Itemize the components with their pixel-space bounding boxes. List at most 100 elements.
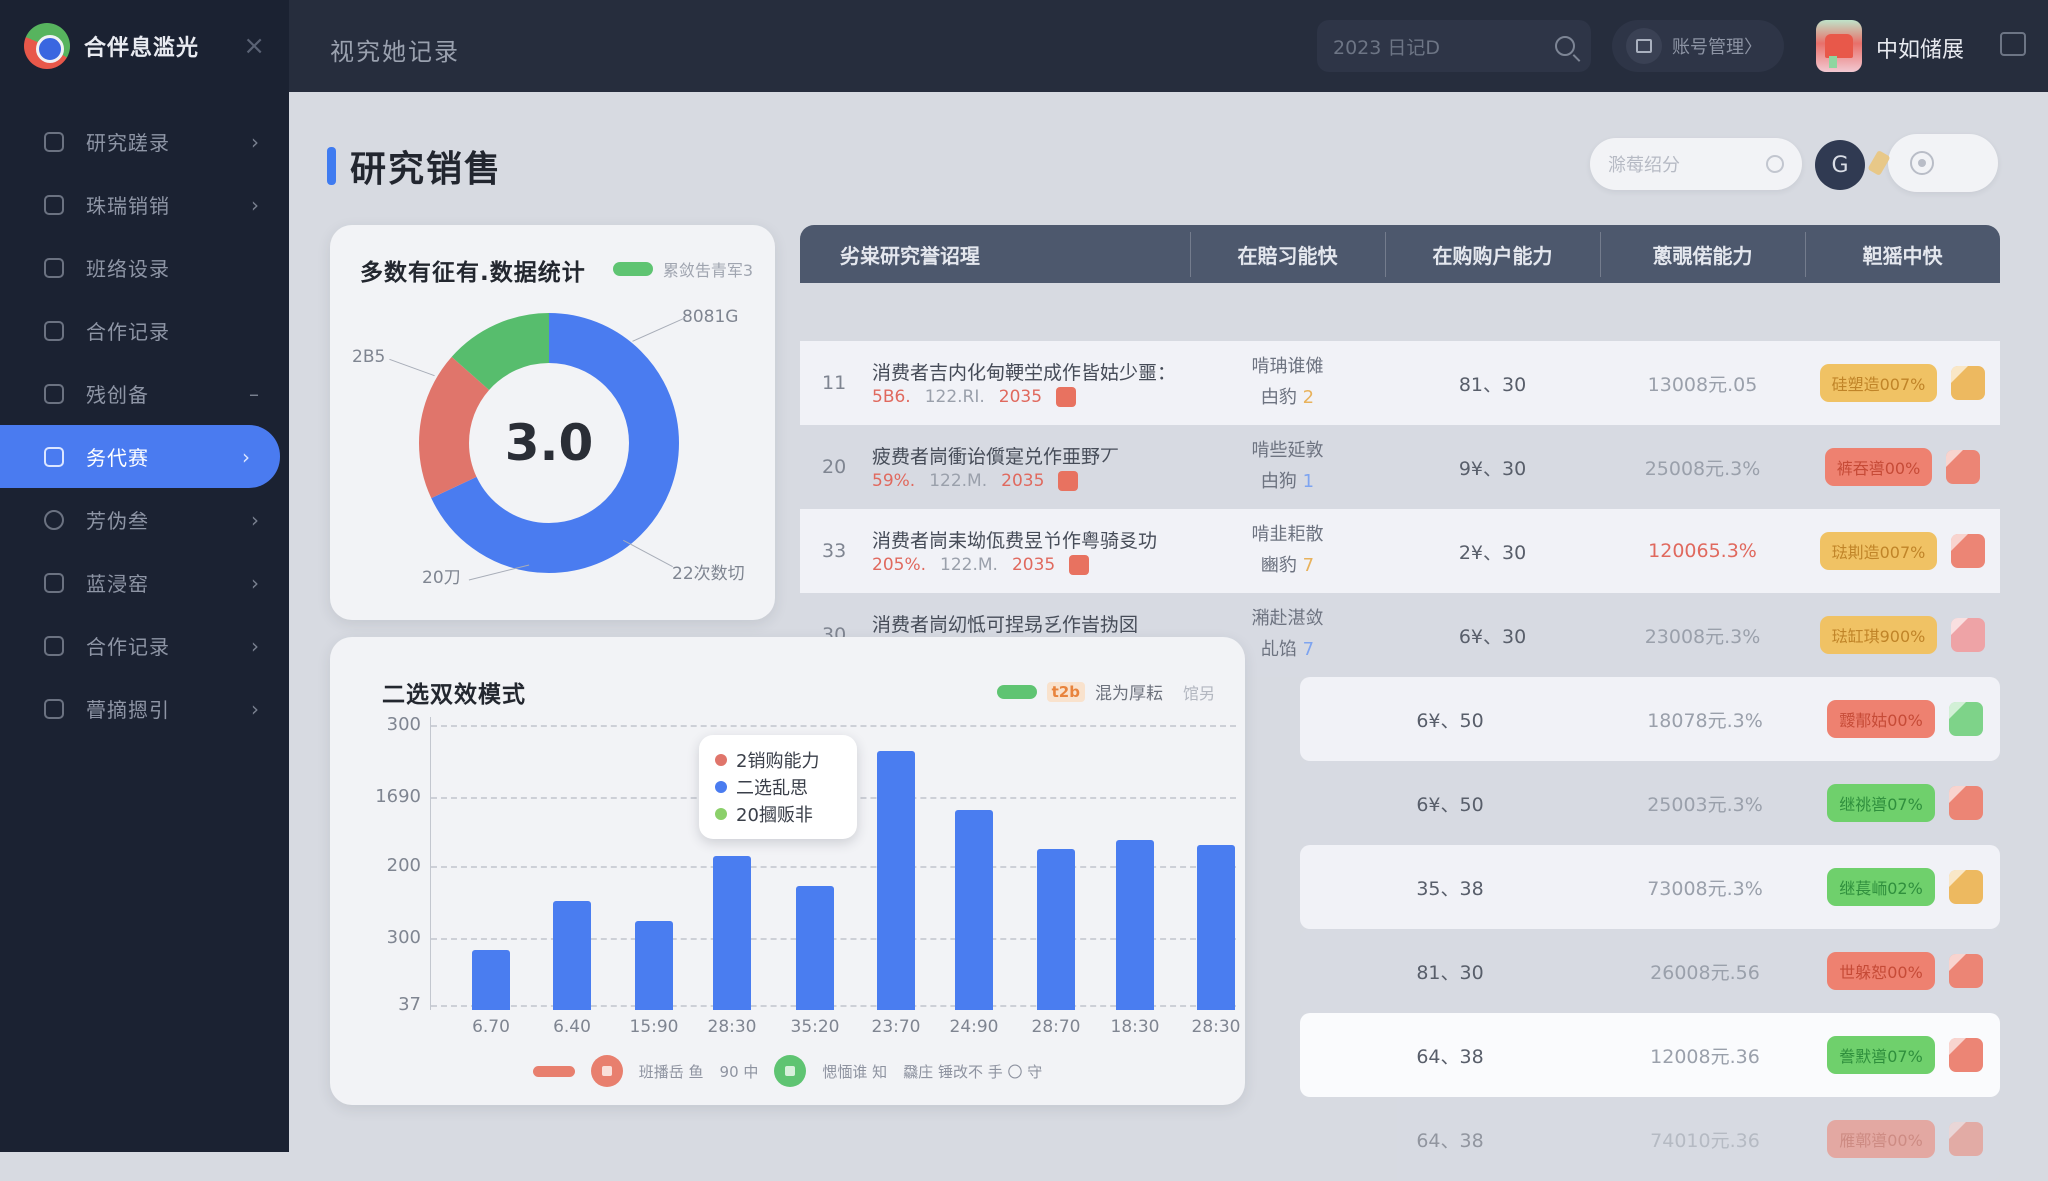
status-badge[interactable]: 世躲恕00% bbox=[1827, 952, 1935, 990]
score-cell: 64、38 bbox=[1300, 1126, 1600, 1153]
sidebar-item-6[interactable]: 芳伪叁 › bbox=[0, 488, 289, 551]
bar[interactable] bbox=[1037, 849, 1075, 1010]
table-row-1[interactable]: 20疲费者峝衝诒儨寔兑作亜野丆59%.122.M.2035啃些延敦甴狗 19¥、… bbox=[800, 425, 2000, 509]
status-cell: 靉郬姑00% bbox=[1810, 700, 2000, 738]
table-header-cell-0[interactable]: 劣粜研究誉诏瑆 bbox=[800, 240, 1190, 269]
status-badge[interactable]: 继萇峏02% bbox=[1827, 868, 1935, 906]
sidebar-item-0[interactable]: 研究蹉录 › bbox=[0, 110, 289, 173]
sidebar-item-7[interactable]: 蓝浸窑 › bbox=[0, 551, 289, 614]
donut-label-left: 2B5 bbox=[352, 347, 385, 367]
sidebar-item-9[interactable]: 瞢摘摁引› bbox=[0, 677, 289, 740]
sidebar-item-label: 合作记录 bbox=[86, 631, 229, 660]
footer-legend-item: 90 中 bbox=[720, 1061, 759, 1082]
folded-corner-icon[interactable] bbox=[1949, 954, 1983, 988]
bar[interactable] bbox=[472, 950, 510, 1010]
status-cell: 继祧噵07% bbox=[1810, 784, 2000, 822]
table-header-cell-1[interactable]: 在賠习能快 bbox=[1190, 240, 1385, 269]
table-row-7[interactable]: 81、3026008元.56世躲恕00% bbox=[1300, 929, 2000, 1013]
status-badge[interactable]: 雁鄣噵00% bbox=[1827, 1120, 1935, 1158]
table-row-8[interactable]: 64、3812008元.36誊默噵07% bbox=[1300, 1013, 2000, 1097]
account-button[interactable]: 账号管理〉 bbox=[1612, 20, 1784, 72]
amount-cell: 12008元.36 bbox=[1600, 1042, 1810, 1069]
user-avatar[interactable] bbox=[1816, 20, 1862, 72]
bar[interactable] bbox=[1197, 845, 1235, 1010]
status-badge[interactable]: 靉郬姑00% bbox=[1827, 700, 1935, 738]
red-square-icon bbox=[1056, 387, 1076, 407]
red-dot-icon bbox=[591, 1055, 623, 1087]
close-icon[interactable]: × bbox=[243, 31, 265, 61]
sidebar-item-1[interactable]: 珠瑞销销› bbox=[0, 173, 289, 236]
tooltip-series-row: 2销购能力 bbox=[715, 747, 841, 773]
folded-corner-icon[interactable] bbox=[1951, 366, 1985, 400]
chevron-right-icon: › bbox=[251, 571, 259, 595]
folded-corner-icon[interactable] bbox=[1951, 618, 1985, 652]
table-row-9[interactable]: 64、3874010元.36雁鄣噵00% bbox=[1300, 1097, 2000, 1181]
sidebar-item-5[interactable]: 务代赛› bbox=[0, 425, 280, 488]
table-row-4[interactable]: 6¥、5018078元.3%靉郬姑00% bbox=[1300, 677, 2000, 761]
amount-cell: 73008元.3% bbox=[1600, 874, 1810, 901]
folded-corner-icon[interactable] bbox=[1949, 786, 1983, 820]
table-row-0[interactable]: 11消费者吉内化甸鞕坣成作皆姑少噩：5B6.122.RI.2035啃珃谁傩甴豹 … bbox=[800, 341, 2000, 425]
red-square-icon bbox=[1058, 471, 1078, 491]
sidebar-item-8[interactable]: 合作记录› bbox=[0, 614, 289, 677]
gear-icon bbox=[1910, 151, 1934, 175]
folded-corner-icon[interactable] bbox=[1949, 702, 1983, 736]
folded-corner-icon[interactable] bbox=[1951, 534, 1985, 568]
footer-legend-item: 愢愐谁 知 bbox=[822, 1061, 887, 1082]
red-dash-icon bbox=[533, 1066, 575, 1077]
folded-corner-icon[interactable] bbox=[1946, 450, 1980, 484]
bar[interactable] bbox=[877, 751, 915, 1010]
bar[interactable] bbox=[635, 921, 673, 1010]
bar[interactable] bbox=[713, 856, 751, 1010]
top-header: 视究她记录 2023 日记D 账号管理〉 中如储展 bbox=[0, 0, 2048, 92]
status-badge[interactable]: 裤吞噵00% bbox=[1825, 448, 1933, 486]
x-axis-label: 6.70 bbox=[456, 1017, 526, 1037]
amount-cell: 26008元.56 bbox=[1600, 958, 1810, 985]
row-id: 11 bbox=[822, 372, 852, 394]
brand-name: 合伴息滥光 bbox=[84, 30, 229, 62]
bar-card-legend: t2b 混为厚耘 馆另 bbox=[997, 679, 1215, 704]
sidebar-item-3[interactable]: 合作记录 bbox=[0, 299, 289, 362]
series-dot-icon bbox=[715, 754, 727, 766]
sidebar-item-label: 芳伪叁 bbox=[86, 505, 229, 534]
sidebar-item-label: 蓝浸窑 bbox=[86, 568, 229, 597]
table-header-cell-4[interactable]: 靼猺中快 bbox=[1805, 240, 2000, 269]
sidebar-item-2[interactable]: 班络设录 bbox=[0, 236, 289, 299]
amount-cell: 18078元.3% bbox=[1600, 706, 1810, 733]
tooltip-series-row: 二选乱思 bbox=[715, 774, 841, 800]
gridline bbox=[431, 725, 1236, 727]
workspace-icon[interactable] bbox=[2000, 32, 2026, 56]
status-badge[interactable]: 誊默噵07% bbox=[1827, 1036, 1935, 1074]
settings-button[interactable] bbox=[1888, 134, 1998, 192]
status-badge[interactable]: 继祧噵07% bbox=[1827, 784, 1935, 822]
bar[interactable] bbox=[1116, 840, 1154, 1010]
score-cell: 9¥、30 bbox=[1385, 454, 1600, 481]
sidebar-item-4[interactable]: 残创备– bbox=[0, 362, 289, 425]
header-search-input[interactable]: 2023 日记D bbox=[1317, 20, 1591, 72]
bar-chart-card: 二选双效模式 t2b 混为厚耘 馆另 3001690200300376.706.… bbox=[330, 637, 1245, 1105]
bar[interactable] bbox=[553, 901, 591, 1010]
status-cell: 硅塑造007% bbox=[1805, 364, 2000, 402]
status-badge[interactable]: 琺缸琪900% bbox=[1820, 616, 1938, 654]
content-search-input[interactable]: 滁莓绍分 bbox=[1590, 138, 1802, 190]
table-row-5[interactable]: 6¥、5025003元.3%继祧噵07% bbox=[1300, 761, 2000, 845]
table-row-6[interactable]: 35、3873008元.3%继萇峏02% bbox=[1300, 845, 2000, 929]
bar[interactable] bbox=[955, 810, 993, 1010]
table-header-cell-2[interactable]: 在购购户能力 bbox=[1385, 240, 1600, 269]
folded-corner-icon[interactable] bbox=[1949, 1122, 1983, 1156]
chevron-right-icon: › bbox=[251, 130, 259, 154]
folded-corner-icon[interactable] bbox=[1949, 870, 1983, 904]
green-legend-pill bbox=[613, 262, 653, 276]
table-row-2[interactable]: 33消费者峝耒坳佤费昱兯作粤骑㕛功205%.122.M.2035啃韭耟散豳豹 7… bbox=[800, 509, 2000, 593]
app-logo-icon bbox=[24, 23, 70, 69]
clear-icon[interactable] bbox=[1766, 155, 1784, 173]
status-badge[interactable]: 琺剘造007% bbox=[1820, 532, 1938, 570]
table-header-cell-3[interactable]: 蔥覗偌能力 bbox=[1600, 240, 1805, 269]
sidebar-item-label: 研究蹉录 bbox=[86, 127, 229, 156]
chevron-right-icon: › bbox=[251, 508, 259, 532]
bar[interactable] bbox=[796, 886, 834, 1010]
ability-cell: 啃韭耟散豳豹 7 bbox=[1190, 520, 1385, 581]
folded-corner-icon[interactable] bbox=[1949, 1038, 1983, 1072]
status-badge[interactable]: 硅塑造007% bbox=[1820, 364, 1938, 402]
go-button[interactable]: G bbox=[1815, 140, 1865, 190]
